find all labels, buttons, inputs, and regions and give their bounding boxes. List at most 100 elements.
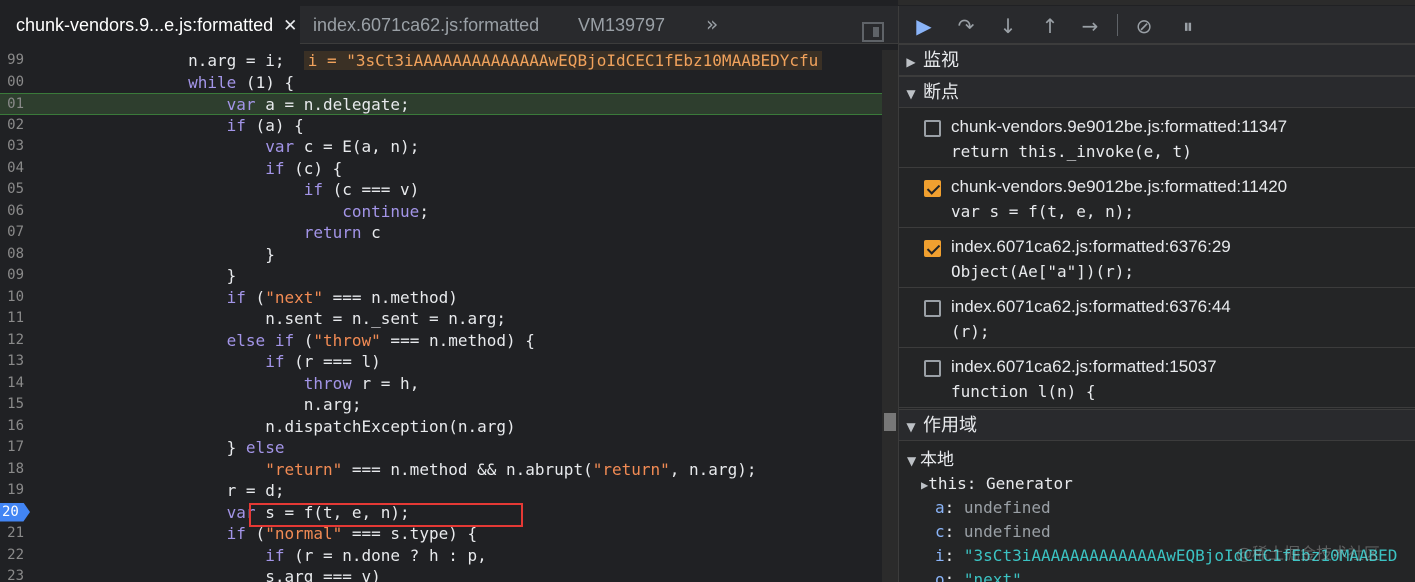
line-number: 13 — [7, 353, 24, 369]
code-line[interactable]: 03 var c = E(a, n); — [0, 136, 882, 158]
breakpoint-item[interactable]: index.6071ca62.js:formatted:6376:29 Objec… — [899, 228, 1415, 288]
scope-variable[interactable]: o: "next" — [935, 568, 1022, 582]
line-number-gutter[interactable]: 21 — [0, 523, 34, 545]
scope-local-header[interactable]: ▼ 本地 — [907, 448, 954, 472]
code-line[interactable]: 16 n.dispatchException(n.arg) — [0, 416, 882, 438]
line-number-gutter[interactable]: 08 — [0, 244, 34, 266]
close-icon[interactable]: ✕ — [283, 7, 297, 45]
pause-on-exceptions-icon[interactable]: ⏸ — [1175, 13, 1201, 39]
code-line[interactable]: 06 continue; — [0, 201, 882, 223]
expanded-triangle-icon: ▼ — [906, 87, 916, 101]
line-number-gutter[interactable]: 23 — [0, 566, 34, 582]
line-number-gutter[interactable]: 04 — [0, 158, 34, 180]
line-number: 17 — [7, 439, 24, 455]
line-number: 12 — [7, 331, 24, 348]
line-number-gutter[interactable]: 16 — [0, 416, 34, 438]
step-icon[interactable]: → — [1077, 13, 1103, 39]
breakpoint-checkbox[interactable] — [924, 180, 941, 197]
breakpoint-item[interactable]: index.6071ca62.js:formatted:15037 functio… — [899, 348, 1415, 408]
code-line[interactable]: 09 } — [0, 265, 882, 287]
breakpoint-checkbox[interactable] — [924, 120, 941, 137]
code-line[interactable]: 08 } — [0, 244, 882, 266]
code-line[interactable]: 01 var a = n.delegate; — [0, 93, 882, 115]
tab-chunk-vendors[interactable]: chunk-vendors.9...e.js:formatted ✕ — [0, 6, 300, 44]
section-scope[interactable]: ▼ 作用域 — [899, 409, 1415, 441]
line-number-gutter[interactable]: 14 — [0, 373, 34, 395]
line-number-gutter[interactable]: 15 — [0, 394, 34, 416]
step-out-icon[interactable]: ↑ — [1037, 13, 1063, 39]
scrollbar-thumb[interactable] — [884, 413, 896, 431]
code-line[interactable]: 00 while (1) { — [0, 72, 882, 94]
code-line[interactable]: 23 s.arg === v) — [0, 566, 882, 582]
scope-variable[interactable]: c: undefined — [935, 520, 1051, 544]
line-number-gutter[interactable]: 02 — [0, 115, 34, 137]
code-line[interactable]: 11 n.sent = n._sent = n.arg; — [0, 308, 882, 330]
code-line[interactable]: 12 else if ("throw" === n.method) { — [0, 330, 882, 352]
breakpoint-marker-icon[interactable]: 20 — [0, 502, 30, 522]
tab-label: VM139797 — [578, 15, 666, 35]
step-over-icon[interactable]: ↷ — [953, 13, 979, 39]
scope-key: this — [928, 474, 967, 493]
resume-icon[interactable]: ▶︎ — [911, 13, 937, 39]
code-line[interactable]: 17 } else — [0, 437, 882, 459]
line-number-gutter[interactable]: 06 — [0, 201, 34, 223]
code-line[interactable]: 14 throw r = h, — [0, 373, 882, 395]
breakpoint-source: (r); — [951, 322, 990, 341]
deactivate-breakpoints-icon[interactable]: ⊘ — [1131, 13, 1157, 39]
line-number: 11 — [7, 310, 24, 326]
line-number-gutter[interactable]: 20 — [0, 502, 34, 524]
line-number-gutter[interactable]: 18 — [0, 459, 34, 481]
code-line[interactable]: 05 if (c === v) — [0, 179, 882, 201]
expanded-triangle-icon: ▼ — [906, 420, 916, 434]
line-number-gutter[interactable]: 03 — [0, 136, 34, 158]
line-number-gutter[interactable]: 01 — [0, 94, 34, 114]
code-text: n.arg; — [34, 395, 362, 414]
editor-scrollbar[interactable] — [882, 50, 898, 582]
tab-index[interactable]: index.6071ca62.js:formatted — [313, 6, 539, 44]
inline-value-preview[interactable]: i = "3sCt3iAAAAAAAAAAAAAAwEQBjoIdCEC1fEb… — [303, 51, 823, 70]
code-text: if ("next" === n.method) — [226, 287, 458, 307]
scope-variable[interactable]: a: undefined — [935, 496, 1051, 520]
breakpoint-item[interactable]: chunk-vendors.9e9012be.js:formatted:1142… — [899, 168, 1415, 228]
line-number-gutter[interactable]: 00 — [0, 72, 34, 94]
breakpoint-item[interactable]: chunk-vendors.9e9012be.js:formatted:1134… — [899, 108, 1415, 168]
line-number-gutter[interactable]: 17 — [0, 437, 34, 459]
line-number: 09 — [7, 267, 24, 283]
code-line[interactable]: 13 if (r === l) — [0, 351, 882, 373]
code-line[interactable]: 10 if ("next" === n.method) — [0, 287, 882, 309]
section-breakpoints[interactable]: ▼ 断点 — [899, 76, 1415, 108]
line-number-gutter[interactable]: 10 — [0, 287, 34, 309]
code-line[interactable]: 15 n.arg; — [0, 394, 882, 416]
tab-vm[interactable]: VM139797 — [578, 6, 665, 44]
line-number-gutter[interactable]: 11 — [0, 308, 34, 330]
step-into-icon[interactable]: ↓ — [995, 13, 1021, 39]
line-number-gutter[interactable]: 05 — [0, 179, 34, 201]
debugger-sidebar: ▶︎ ↷ ↓ ↑ → ⊘ ⏸ ▶ 监视 ▼ 断点 ▼ 作用域 ▼ 本地 ▶this: … — [898, 6, 1415, 582]
breakpoint-item[interactable]: index.6071ca62.js:formatted:6376:44 (r); — [899, 288, 1415, 348]
line-number: 04 — [7, 159, 24, 176]
code-line[interactable]: 99 n.arg = i; i = "3sCt3iAAAAAAAAAAAAAAw… — [0, 50, 882, 72]
section-watch[interactable]: ▶ 监视 — [899, 44, 1415, 76]
code-text: n.sent = n._sent = n.arg; — [34, 309, 507, 328]
code-line[interactable]: 22 if (r = n.done ? h : p, — [0, 545, 882, 567]
line-number-gutter[interactable]: 19 — [0, 480, 34, 502]
breakpoint-checkbox[interactable] — [924, 360, 941, 377]
line-number-gutter[interactable]: 13 — [0, 351, 34, 373]
line-number: 99 — [7, 52, 24, 68]
code-line[interactable]: 07 return c — [0, 222, 882, 244]
scope-variable[interactable]: ▶this: Generator — [921, 472, 1073, 496]
line-number-gutter[interactable]: 12 — [0, 330, 34, 352]
breakpoint-checkbox[interactable] — [924, 240, 941, 257]
code-line[interactable]: 19 r = d; — [0, 480, 882, 502]
code-line[interactable]: 04 if (c) { — [0, 158, 882, 180]
code-text: while (1) { — [188, 72, 295, 92]
line-number-gutter[interactable]: 99 — [0, 50, 34, 72]
more-tabs-icon[interactable]: » — [706, 6, 718, 44]
line-number-gutter[interactable]: 09 — [0, 265, 34, 287]
line-number-gutter[interactable]: 22 — [0, 545, 34, 567]
code-line[interactable]: 18 "return" === n.method && n.abrupt("re… — [0, 459, 882, 481]
line-number-gutter[interactable]: 07 — [0, 222, 34, 244]
code-line[interactable]: 02 if (a) { — [0, 115, 882, 137]
toggle-sidebar-icon[interactable] — [862, 22, 884, 42]
breakpoint-checkbox[interactable] — [924, 300, 941, 317]
